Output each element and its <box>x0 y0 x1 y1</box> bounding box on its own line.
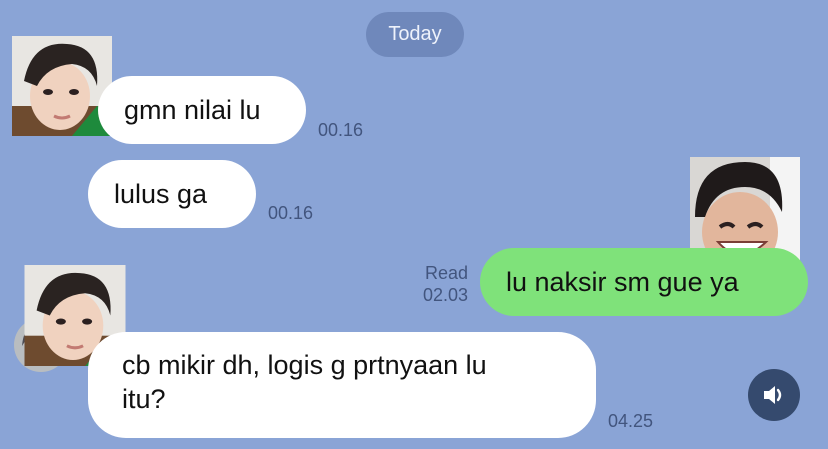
message-time: 04.25 <box>608 411 654 431</box>
sender-avatar[interactable] <box>12 36 112 136</box>
message-text-line: itu? <box>122 384 166 414</box>
message-time: 00.16 <box>318 120 364 140</box>
message-bubble-1[interactable]: gmn nilai lu <box>98 76 306 144</box>
date-divider: Today <box>366 12 464 57</box>
volume-icon[interactable] <box>748 369 800 421</box>
message-bubble-2[interactable]: lulus ga <box>88 160 256 228</box>
message-text: lulus ga <box>114 179 208 209</box>
message-time: 02.03 <box>422 285 468 305</box>
message-time: 00.16 <box>268 203 314 223</box>
message-bubble-4[interactable]: cb mikir dh, logis g prtnyaan lu itu? <box>88 332 596 438</box>
message-text-line: cb mikir dh, logis g prtnyaan lu <box>122 350 487 380</box>
message-bubble-3[interactable]: lu naksir sm gue ya <box>480 248 808 316</box>
read-status: Read <box>424 263 468 283</box>
read-receipt: Read 02.03 <box>404 262 468 306</box>
message-text: lu naksir sm gue ya <box>506 267 739 297</box>
message-text: gmn nilai lu <box>124 95 261 125</box>
